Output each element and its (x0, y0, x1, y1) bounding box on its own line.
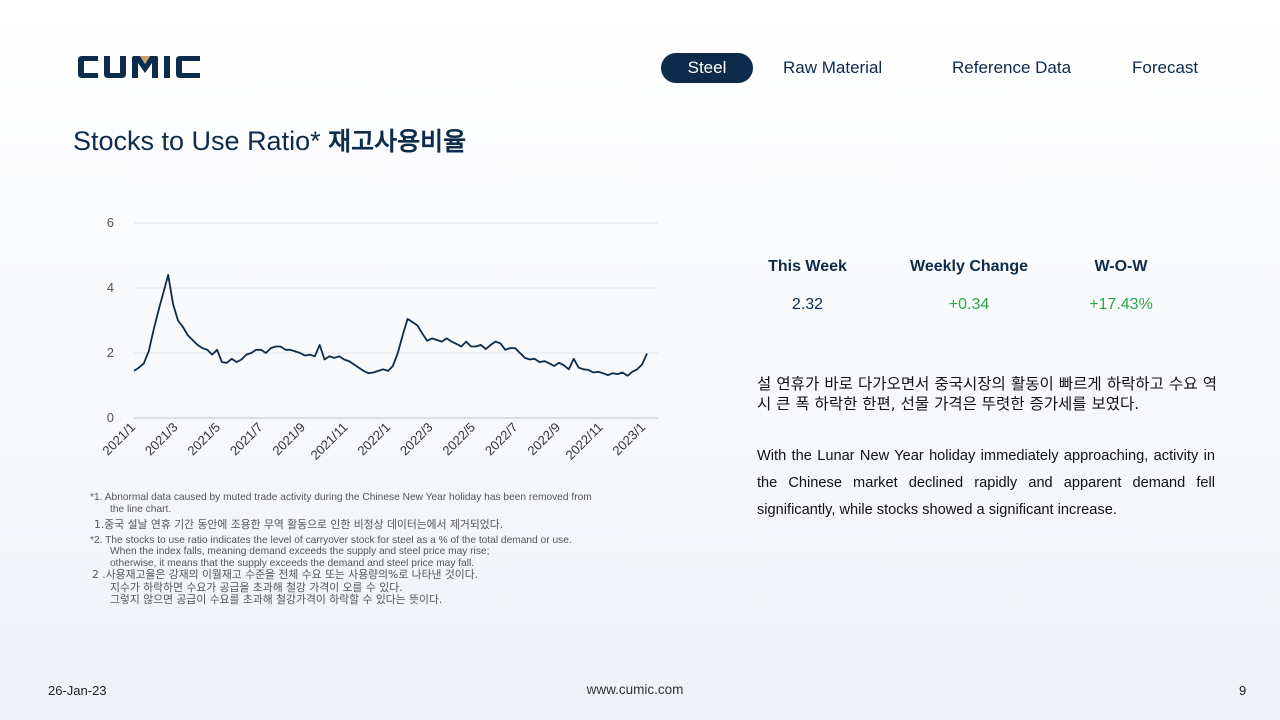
chart-y-tick-label: 4 (107, 280, 114, 295)
chart-x-tick-label: 2022/9 (524, 420, 563, 459)
chart-series (133, 274, 648, 377)
footer-url[interactable]: www.cumic.com (0, 682, 1270, 697)
note-2-en-b: When the index falls, meaning demand exc… (110, 546, 490, 557)
nav-tab-forecast[interactable]: Forecast (1132, 53, 1198, 83)
note-1-en-b: the line chart. (110, 503, 172, 515)
nav-tab-steel[interactable]: Steel (661, 53, 753, 83)
note-2-ko-c: 그렇지 않으면 공급이 수요를 초과해 철강가격이 하락할 수 있다는 뜻이다. (110, 593, 443, 606)
chart-x-tick-label: 2021/3 (142, 420, 181, 459)
page-title-en: Stocks to Use Ratio* (73, 126, 321, 156)
chart-x-tick-label: 2022/11 (562, 420, 605, 463)
note-1-en-a: *1. Abnormal data caused by muted trade … (90, 492, 592, 503)
chart-x-tick-label: 2021/9 (269, 420, 308, 459)
chart-y-tick-label: 0 (107, 410, 114, 425)
chart-x-tick-label: 2022/7 (482, 420, 521, 459)
note-1-ko: 1.중국 설날 연휴 기간 동안에 조용한 무역 활동으로 인한 비정상 데이터… (94, 518, 504, 531)
chart-y-ticks: 0 2 4 6 (107, 215, 114, 425)
chart-y-tick-label: 2 (107, 345, 114, 360)
chart-x-tick-label: 2022/5 (439, 420, 478, 459)
nav-tab-reference-data[interactable]: Reference Data (952, 53, 1071, 83)
stat-weekly-change-value: +0.34 (948, 296, 990, 313)
footnotes: *1. Abnormal data caused by muted trade … (90, 492, 670, 607)
chart-x-tick-label: 2021/11 (307, 420, 350, 463)
chart-x-tick-label: 2022/3 (397, 420, 436, 459)
stat-this-week: This Week 2.32 (745, 258, 870, 314)
chart-y-tick-label: 6 (107, 215, 114, 230)
chart-gridlines (134, 222, 658, 419)
stat-this-week-value: 2.32 (791, 296, 824, 313)
page-title-ko: 재고사용비율 (328, 127, 467, 156)
stat-wow: W-O-W +17.43% (1061, 258, 1181, 314)
stat-this-week-label: This Week (768, 258, 847, 275)
stocks-to-use-line-chart: 0 2 4 6 2021/1 2021/3 2021/5 2021/7 2021/9 2021/… (99, 215, 658, 463)
chart-x-ticks: 2021/1 2021/3 2021/5 2021/7 2021/9 2021/11 202… (99, 420, 648, 463)
stat-wow-value: +17.43% (1089, 296, 1153, 313)
chart-x-tick-label: 2022/1 (354, 420, 393, 459)
stat-wow-label: W-O-W (1094, 258, 1148, 275)
stat-weekly-change-label: Weekly Change (910, 258, 1028, 275)
note-2-en-a: *2. The stocks to use ratio indicates th… (90, 534, 572, 546)
nav-tab-raw-material[interactable]: Raw Material (783, 53, 882, 83)
top-nav: Steel Raw Material Reference Data Foreca… (0, 53, 1280, 83)
description-korean: 설 연휴가 바로 다가오면서 중국시장의 활동이 빠르게 하락하고 수요 역시 … (757, 375, 1217, 413)
chart-x-tick-label: 2021/7 (227, 420, 266, 459)
chart-series-line-stocks-to-use (133, 274, 648, 377)
page-title: Stocks to Use Ratio* 재고사용비율 (73, 122, 466, 158)
note-2-ko-a: 2 .사용재고율은 강재의 이월재고 수준을 전체 수요 또는 사용량의%로 나… (92, 568, 479, 581)
chart-x-tick-label: 2023/1 (609, 420, 648, 459)
chart-x-tick-label: 2021/5 (184, 420, 223, 459)
footer-page-number: 9 (1239, 683, 1247, 698)
chart-x-tick-label: 2021/1 (99, 420, 138, 459)
description-english: With the Lunar New Year holiday immediat… (757, 448, 1215, 518)
stat-weekly-change: Weekly Change +0.34 (899, 258, 1039, 314)
